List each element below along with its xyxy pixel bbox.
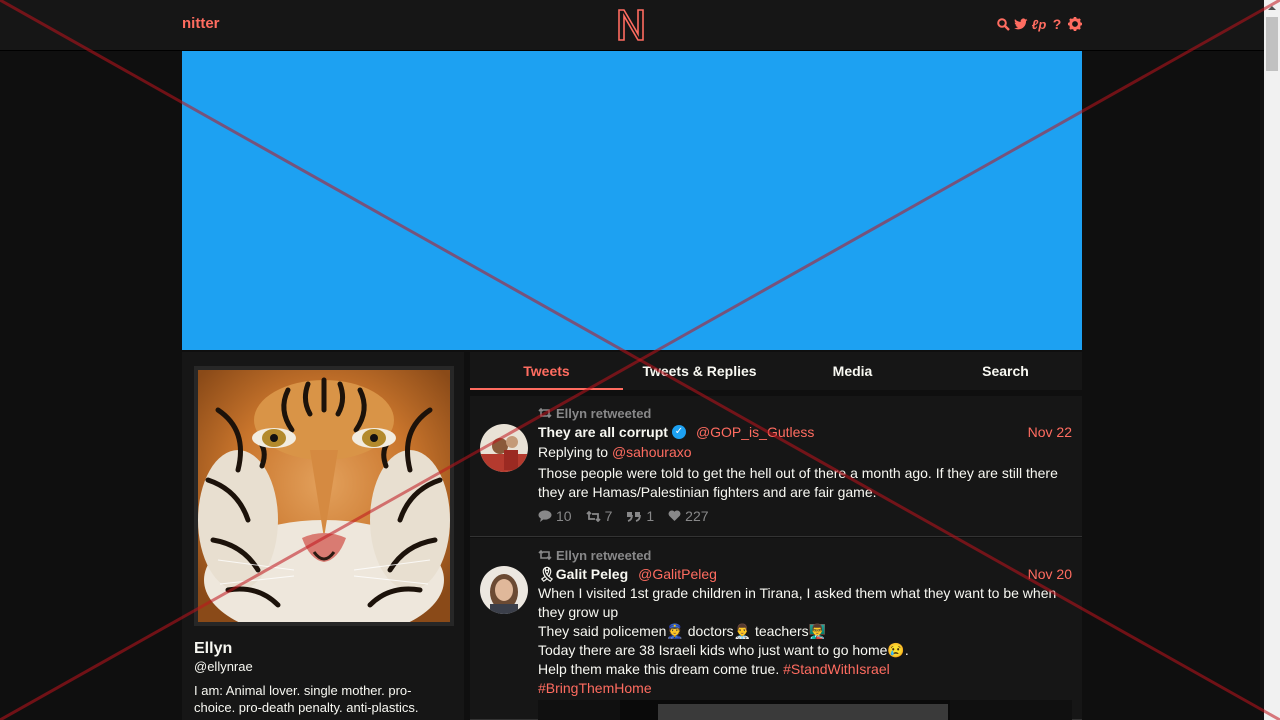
tweet-line: When I visited 1st grade children in Tir…	[538, 585, 1057, 620]
quote-count: 1	[646, 508, 655, 524]
retweet-header: Ellyn retweeted	[538, 546, 1072, 564]
tweet-date[interactable]: Nov 20	[1028, 566, 1072, 582]
tweet-line: Today there are 38 Israeli kids who just…	[538, 642, 909, 658]
tweet-line: They said policemen👮 doctors👨‍⚕️ teacher…	[538, 623, 827, 639]
retweet-icon	[585, 510, 601, 522]
navbar: nitter ℓp ?	[0, 0, 1264, 50]
retweet-count: 7	[604, 508, 613, 524]
retweet-label: Ellyn retweeted	[556, 405, 652, 421]
tweet[interactable]: Ellyn retweeted They are all corrupt ✓ @…	[470, 396, 1082, 537]
scroll-up-arrow-icon[interactable]	[1264, 0, 1280, 16]
tab-tweets[interactable]: Tweets	[470, 352, 623, 390]
media-image	[658, 704, 948, 720]
tweet-line: Help them make this dream come true. #St…	[538, 661, 890, 677]
profile-handle[interactable]: @ellynrae	[194, 659, 253, 674]
hashtag-link[interactable]: #BringThemHome	[538, 680, 652, 696]
timeline: Tweets Tweets & Replies Media Search Ell…	[470, 352, 1082, 720]
comment-icon	[538, 510, 552, 522]
tab-tweets-replies[interactable]: Tweets & Replies	[623, 352, 776, 390]
quote-stat: 1	[626, 508, 654, 524]
brand-link[interactable]: nitter	[182, 15, 220, 32]
tweet-fullname[interactable]: 🎗Galit Peleg	[538, 566, 628, 583]
profile-name[interactable]: Ellyn	[194, 640, 232, 658]
page-scrollbar[interactable]	[1264, 0, 1280, 720]
help-icon[interactable]: ?	[1050, 16, 1064, 32]
avatar-frame	[194, 366, 454, 626]
retweet-icon	[538, 550, 552, 560]
tab-search[interactable]: Search	[929, 352, 1082, 390]
tweet[interactable]: Ellyn retweeted 🎗Galit Peleg @GalitPeleg…	[470, 538, 1082, 720]
like-stat: 227	[668, 508, 709, 524]
tweet-date[interactable]: Nov 22	[1028, 424, 1072, 440]
retweet-label: Ellyn retweeted	[556, 547, 652, 563]
search-icon[interactable]	[996, 16, 1010, 32]
tweet-avatar[interactable]	[480, 566, 528, 614]
reply-user-link[interactable]: @sahouraxo	[612, 444, 692, 460]
scroll-thumb[interactable]	[1266, 17, 1278, 71]
tweet-username[interactable]: @GOP_is_Gutless	[696, 424, 814, 440]
retweet-stat: 7	[585, 508, 613, 524]
verified-icon: ✓	[671, 425, 686, 439]
replying-label: Replying to	[538, 444, 609, 460]
timeline-tabs: Tweets Tweets & Replies Media Search	[470, 352, 1082, 390]
profile-bio: I am: Animal lover. single mother. pro-c…	[194, 683, 419, 715]
quote-icon	[627, 511, 642, 522]
reply-stat: 10	[538, 508, 572, 524]
tweet-avatar[interactable]	[480, 424, 528, 472]
tweet-username[interactable]: @GalitPeleg	[638, 566, 717, 582]
lp-icon[interactable]: ℓp	[1032, 16, 1047, 32]
tweet-media[interactable]	[538, 700, 1072, 720]
tweet-fullname[interactable]: They are all corrupt	[538, 424, 668, 440]
twitter-icon[interactable]	[1014, 16, 1028, 32]
heart-icon	[668, 510, 681, 521]
tweet-stats: 10 7 1 227	[538, 508, 1072, 524]
avatar[interactable]	[198, 370, 450, 622]
like-count: 227	[685, 508, 709, 524]
nitter-logo[interactable]	[616, 8, 646, 42]
profile-card: Ellyn @ellynrae I am: Animal lover. sing…	[182, 352, 464, 720]
tab-media[interactable]: Media	[776, 352, 929, 390]
tweet-content: When I visited 1st grade children in Tir…	[538, 584, 1072, 698]
hashtag-link[interactable]: #StandWithIsrael	[783, 661, 890, 677]
retweet-header: Ellyn retweeted	[538, 404, 1072, 422]
reply-count: 10	[556, 508, 572, 524]
profile-banner[interactable]	[182, 51, 1082, 350]
replying-to: Replying to @sahouraxo	[538, 442, 1072, 462]
gear-icon[interactable]	[1068, 16, 1082, 32]
retweet-icon	[538, 408, 552, 418]
tweet-content: Those people were told to get the hell o…	[538, 465, 1058, 500]
